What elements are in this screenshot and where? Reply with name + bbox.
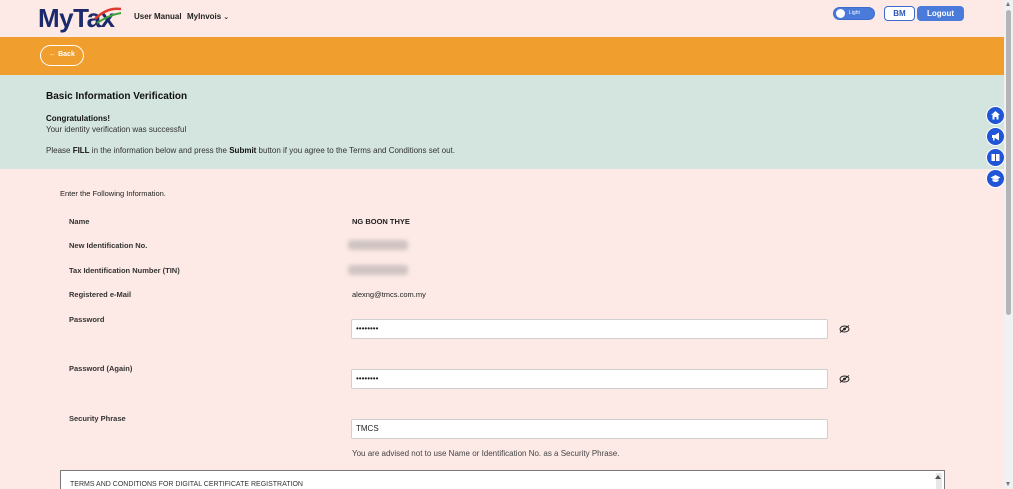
instruction-part: in the information below and press the bbox=[89, 146, 230, 155]
email-label: Registered e-Mail bbox=[69, 290, 132, 299]
eye-slash-icon[interactable] bbox=[839, 375, 850, 383]
instruction-text: Please FILL in the information below and… bbox=[46, 146, 455, 155]
logout-button[interactable]: Logout bbox=[917, 6, 964, 21]
tin-label: Tax Identification Number (TIN) bbox=[69, 266, 180, 275]
instruction-part: button if you agree to the Terms and Con… bbox=[256, 146, 455, 155]
scroll-up-arrow-icon[interactable] bbox=[1006, 2, 1010, 6]
password-field[interactable]: •••••••• bbox=[351, 319, 828, 339]
security-advice: You are advised not to use Name or Ident… bbox=[352, 449, 620, 458]
password-label: Password bbox=[69, 315, 105, 324]
new-id-value-redacted bbox=[348, 240, 408, 250]
logo-text-my: My bbox=[38, 3, 74, 33]
book-icon[interactable] bbox=[986, 148, 1005, 167]
name-value: NG BOON THYE bbox=[352, 217, 410, 226]
new-id-label: New Identification No. bbox=[69, 241, 148, 250]
announcement-icon[interactable] bbox=[986, 127, 1005, 146]
password-again-field[interactable]: •••••••• bbox=[351, 369, 828, 389]
top-header: MyTax User Manual MyInvois ⌄ Light BM Log… bbox=[0, 0, 1004, 36]
email-value: alexng@tmcs.com.my bbox=[352, 290, 426, 299]
scroll-thumb[interactable] bbox=[1006, 10, 1011, 315]
instruction-submit: Submit bbox=[229, 146, 257, 155]
congrats-text: Congratulations! bbox=[46, 114, 110, 123]
terms-heading: TERMS AND CONDITIONS FOR DIGITAL CERTIFI… bbox=[70, 481, 303, 488]
verification-panel: Basic Information Verification Congratul… bbox=[0, 75, 1004, 169]
scroll-down-arrow-icon[interactable] bbox=[1006, 482, 1010, 486]
page-title: Basic Information Verification bbox=[46, 91, 188, 102]
logo-swoosh-icon bbox=[94, 7, 122, 24]
terms-scroll-up-icon[interactable] bbox=[935, 475, 941, 479]
nav-myinvois[interactable]: MyInvois ⌄ bbox=[187, 12, 229, 21]
graduation-cap-icon[interactable] bbox=[986, 169, 1005, 188]
tin-value-redacted bbox=[348, 265, 408, 275]
name-label: Name bbox=[69, 217, 90, 226]
nav-user-manual[interactable]: User Manual bbox=[134, 12, 182, 21]
instruction-fill: FILL bbox=[72, 146, 90, 155]
instruction-part: Please bbox=[46, 146, 73, 155]
mytax-logo[interactable]: MyTax bbox=[38, 3, 122, 33]
back-button[interactable]: ← Back bbox=[40, 45, 84, 66]
theme-toggle-label: Light bbox=[849, 10, 860, 16]
home-icon[interactable] bbox=[986, 106, 1005, 125]
security-phrase-label: Security Phrase bbox=[69, 414, 126, 423]
language-button[interactable]: BM bbox=[884, 6, 915, 21]
toggle-knob bbox=[836, 9, 845, 18]
page-scrollbar[interactable] bbox=[1004, 0, 1013, 489]
eye-slash-icon[interactable] bbox=[839, 325, 850, 333]
success-text: Your identity verification was successfu… bbox=[46, 125, 187, 134]
security-phrase-field[interactable]: TMCS bbox=[351, 419, 828, 439]
form-intro: Enter the Following Information. bbox=[60, 189, 166, 198]
password-again-label: Password (Again) bbox=[69, 364, 133, 373]
theme-toggle[interactable]: Light bbox=[833, 7, 875, 20]
terms-box[interactable]: TERMS AND CONDITIONS FOR DIGITAL CERTIFI… bbox=[60, 470, 945, 489]
back-bar: ← Back bbox=[0, 37, 1004, 75]
chevron-down-icon: ⌄ bbox=[223, 14, 230, 21]
nav-myinvois-label: MyInvois bbox=[187, 12, 222, 21]
